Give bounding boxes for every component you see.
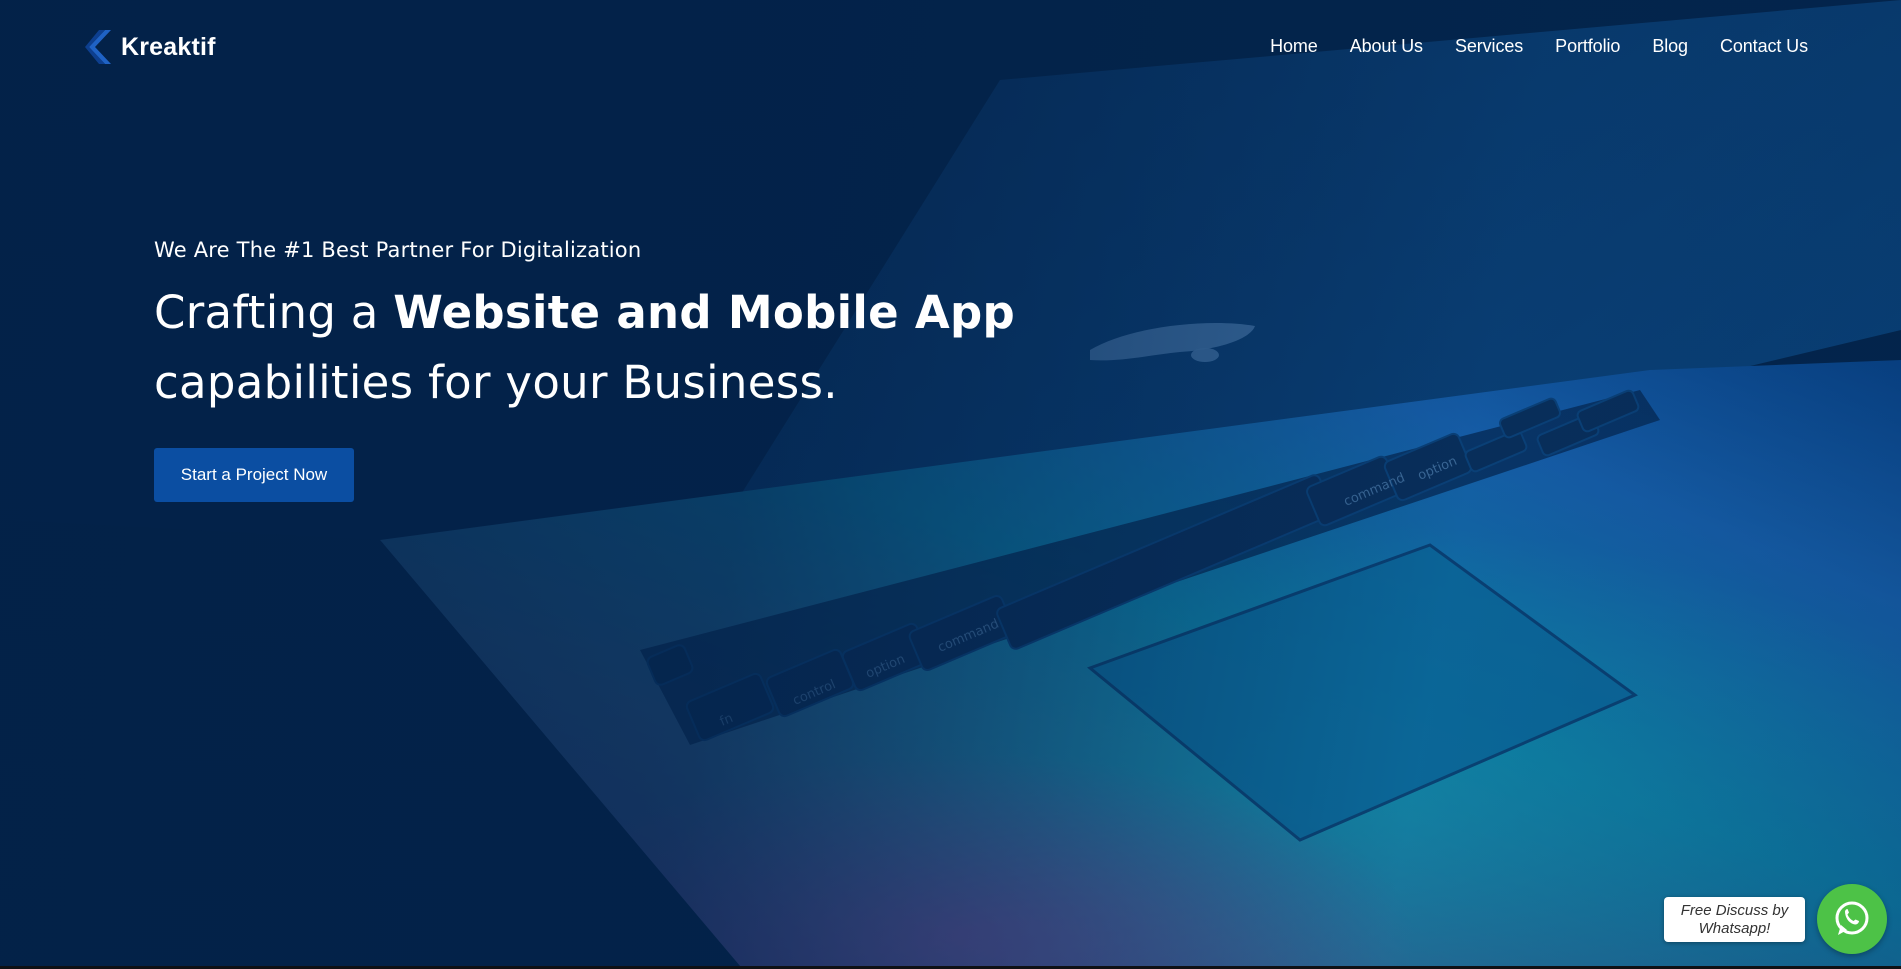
nav-portfolio[interactable]: Portfolio (1555, 36, 1620, 57)
nav-contact-us[interactable]: Contact Us (1720, 36, 1808, 57)
navbar: Kreaktif Home About Us Services Portfoli… (0, 0, 1901, 96)
nav-home[interactable]: Home (1270, 36, 1318, 57)
main-nav: Home About Us Services Portfolio Blog Co… (1270, 36, 1808, 57)
hero-content: We Are The #1 Best Partner For Digitaliz… (154, 238, 1054, 502)
kreaktif-logo-icon (85, 30, 111, 64)
nav-services[interactable]: Services (1455, 36, 1523, 57)
headline-prefix: Crafting a (154, 286, 394, 339)
whatsapp-icon (1835, 901, 1869, 935)
nav-blog[interactable]: Blog (1652, 36, 1688, 57)
brand-name: Kreaktif (121, 32, 216, 61)
start-project-button[interactable]: Start a Project Now (154, 448, 354, 502)
hero-tagline: We Are The #1 Best Partner For Digitaliz… (154, 238, 642, 262)
headline-bold: Website and Mobile App (393, 286, 1016, 339)
whatsapp-button[interactable] (1817, 884, 1887, 954)
whatsapp-label[interactable]: Free Discuss by Whatsapp! (1664, 897, 1805, 942)
hero-section: fn control option command command option… (0, 0, 1901, 966)
hero-headline: Crafting a Website and Mobile App capabil… (154, 278, 1054, 418)
brand-logo[interactable]: Kreaktif (85, 30, 216, 64)
headline-suffix: capabilities for your Business. (154, 356, 838, 409)
nav-about-us[interactable]: About Us (1350, 36, 1423, 57)
